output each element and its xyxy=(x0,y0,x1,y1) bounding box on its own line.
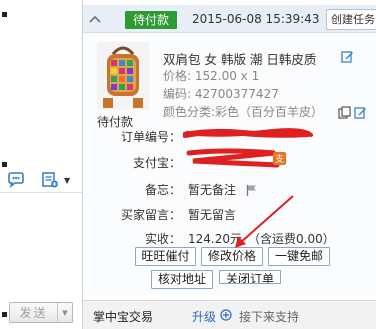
product-title[interactable]: 双肩包 女 韩版 潮 日韩皮质 xyxy=(163,49,341,68)
bottom-title: 掌中宝交易 xyxy=(93,310,154,324)
divider xyxy=(0,192,82,193)
product-sku: 颜色分类:彩色（百分百羊皮） xyxy=(163,105,324,119)
send-control: 发送 ▼ xyxy=(9,302,73,323)
shipping-fee: （含运费0.00） xyxy=(248,232,335,246)
free-shipping-button[interactable]: 一键免邮 xyxy=(268,247,330,266)
product-price: 价格: 152.00 x 1 xyxy=(163,69,260,83)
status-badge: 待付款 xyxy=(125,11,178,29)
buyer-message-label: 买家留言： xyxy=(120,208,181,222)
verify-address-button[interactable]: 核对地址 xyxy=(151,270,213,289)
remark-value: 暂无备注 xyxy=(188,183,237,197)
send-button[interactable]: 发送 xyxy=(10,303,58,322)
selection-handle xyxy=(2,12,7,17)
upgrade-icon[interactable] xyxy=(220,309,232,321)
remark-label: 备忘： xyxy=(144,183,181,197)
chevron-down-icon[interactable]: ▼ xyxy=(64,176,70,185)
alipay-icon: 支 xyxy=(273,152,286,165)
order-header: 待付款 2015-06-08 15:39:43 创建任务 xyxy=(83,6,376,33)
edit-icon[interactable] xyxy=(341,50,354,63)
send-options-chevron-icon[interactable]: ▼ xyxy=(58,303,72,322)
bottom-bar: 掌中宝交易 升级 接下来支持 xyxy=(83,300,376,329)
edit-icon[interactable] xyxy=(354,106,367,119)
paid-value: 124.20元 xyxy=(188,232,242,246)
add-note-icon[interactable] xyxy=(40,170,60,190)
bottom-text: 接下来支持 xyxy=(239,310,300,324)
paid-label: 实收： xyxy=(144,232,181,246)
flag-icon[interactable] xyxy=(246,184,257,196)
redaction-mark xyxy=(186,148,280,168)
chat-icon[interactable] xyxy=(6,170,26,190)
order-panel: 待付款 2015-06-08 15:39:43 创建任务 待付款 双肩包 女 韩… xyxy=(83,0,376,329)
alipay-label: 支付宝： xyxy=(132,156,181,170)
order-card: 待付款 2015-06-08 15:39:43 创建任务 待付款 双肩包 女 韩… xyxy=(83,5,376,295)
redaction-mark xyxy=(183,128,313,138)
product-image[interactable] xyxy=(97,42,149,110)
upgrade-link[interactable]: 升级 xyxy=(192,308,216,325)
svg-text:支: 支 xyxy=(275,153,284,165)
modify-price-button[interactable]: 修改价格 xyxy=(201,247,263,266)
collapse-icon[interactable] xyxy=(88,12,102,26)
copy-icon[interactable] xyxy=(338,106,351,119)
buyer-message-value: 暂无留言 xyxy=(188,208,237,222)
selection-handle xyxy=(2,162,7,167)
create-task-button[interactable]: 创建任务 xyxy=(326,9,376,30)
order-time: 2015-06-08 15:39:43 xyxy=(192,12,320,26)
order-number-label: 订单编号： xyxy=(120,130,181,144)
selection-handle xyxy=(2,312,7,317)
left-toolbar: ▼ xyxy=(6,170,70,190)
remind-pay-button[interactable]: 旺旺催付 xyxy=(135,247,196,266)
left-panel: ▼ 发送 ▼ xyxy=(0,0,82,329)
product-code: 编码: 42700377427 xyxy=(163,87,279,101)
close-trade-button[interactable]: 关闭订单 xyxy=(219,270,281,284)
